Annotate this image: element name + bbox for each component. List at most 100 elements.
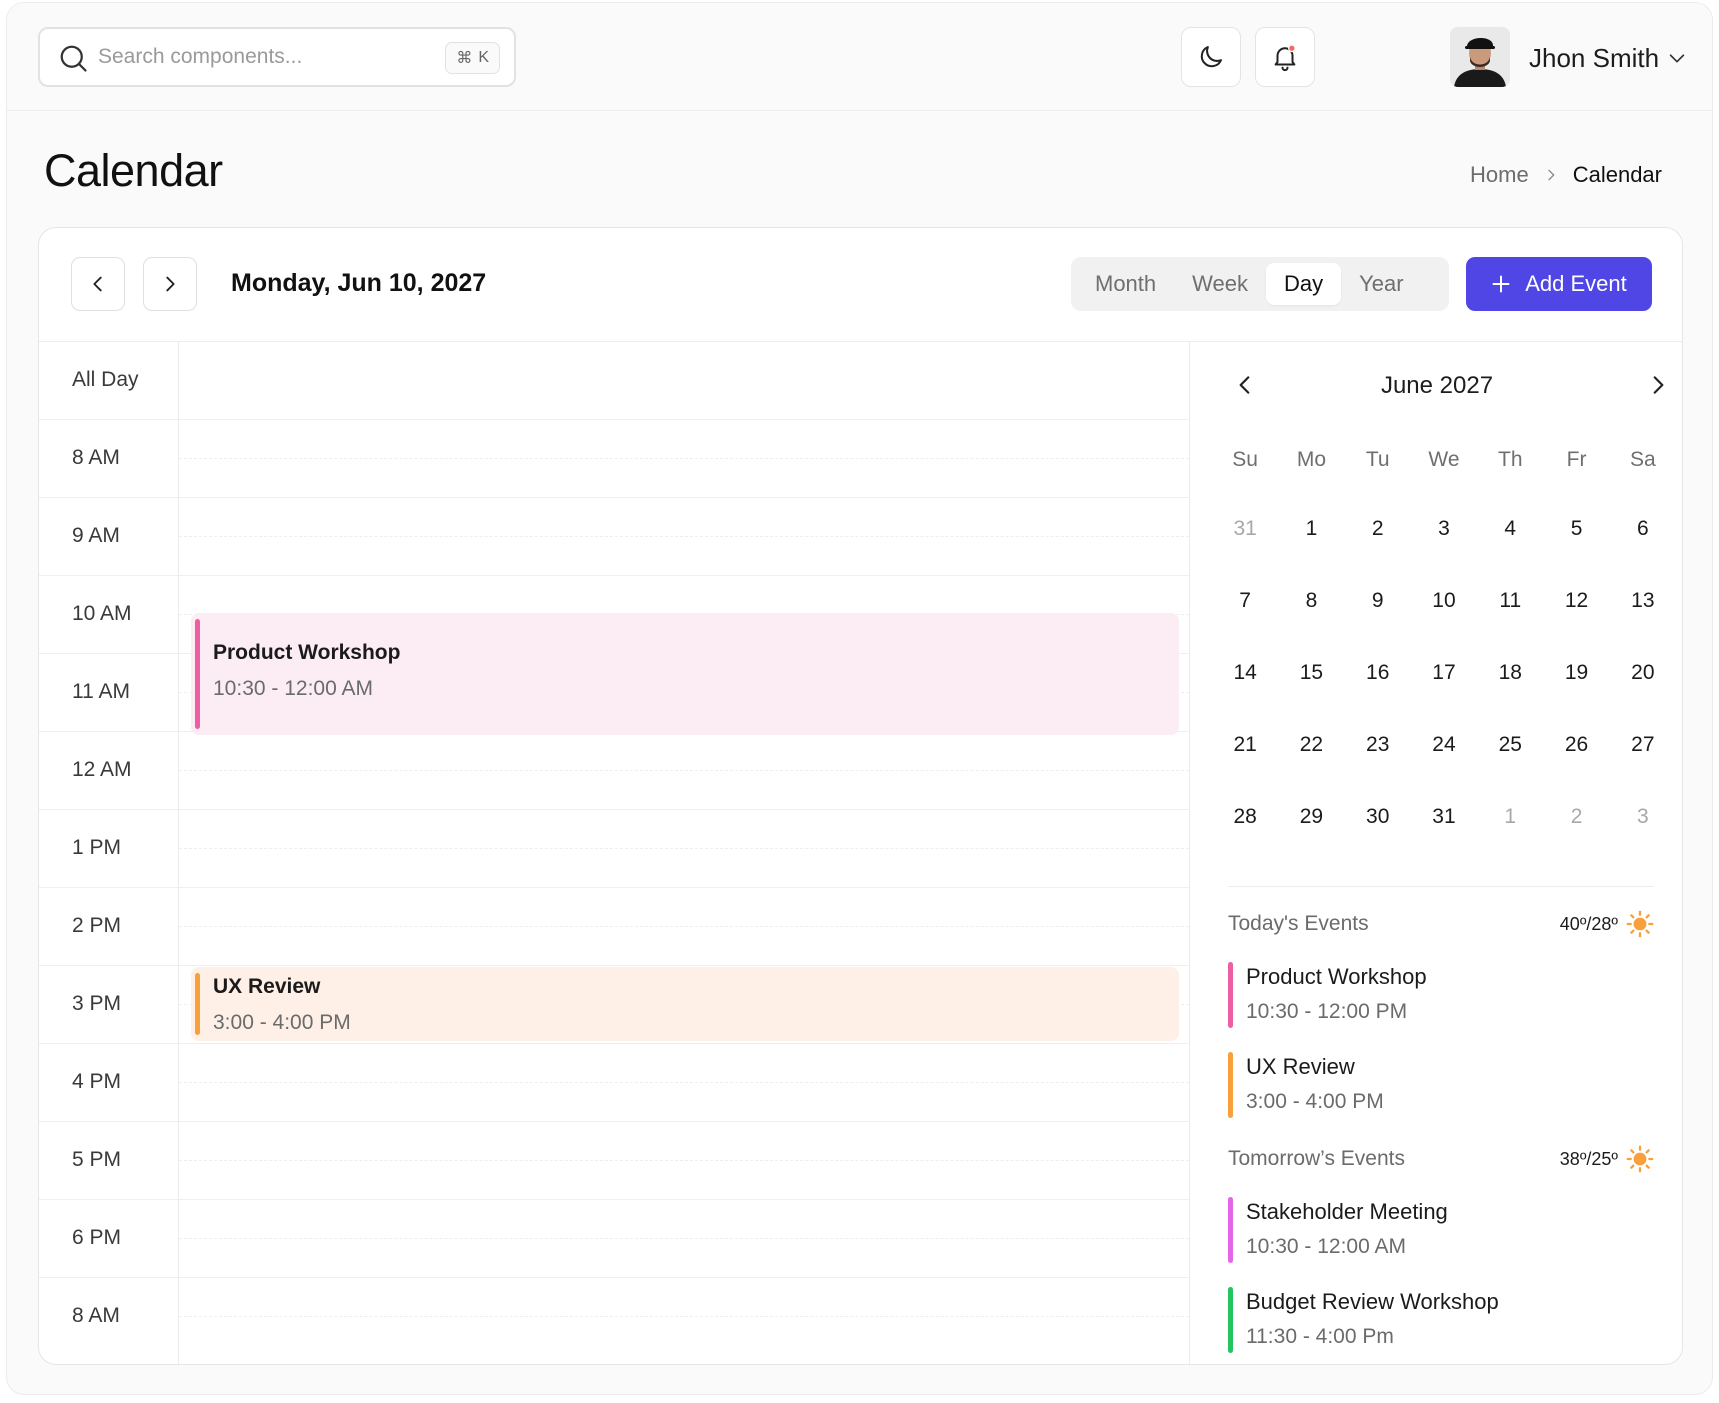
calendar-day[interactable]: 10: [1411, 589, 1477, 661]
calendar-day[interactable]: 2: [1543, 805, 1609, 877]
sun-icon: [1626, 910, 1654, 938]
tomorrow-event-item[interactable]: Stakeholder Meeting 10:30 - 12:00 AM: [1228, 1197, 1654, 1265]
calendar-day[interactable]: 21: [1212, 733, 1278, 805]
calendar-day[interactable]: 2: [1345, 517, 1411, 589]
current-date: Monday, Jun 10, 2027: [231, 269, 487, 297]
breadcrumb-home-link[interactable]: Home: [1470, 162, 1529, 188]
today-events-header: Today's Events 40º/28º: [1228, 910, 1654, 942]
hour-row[interactable]: 12 AM: [39, 732, 1189, 810]
calendar-day[interactable]: 14: [1212, 661, 1278, 733]
all-day-row[interactable]: All Day: [39, 342, 1189, 420]
user-name[interactable]: Jhon Smith: [1529, 43, 1659, 74]
calendar-day[interactable]: 12: [1543, 589, 1609, 661]
weekday-label: Tu: [1365, 448, 1390, 471]
calendar-day[interactable]: 5: [1543, 517, 1609, 589]
hour-row[interactable]: 8 AM: [39, 420, 1189, 498]
calendar-week-row: 28 29 30 31 1 2 3: [1212, 805, 1676, 877]
today-event-item[interactable]: UX Review 3:00 - 4:00 PM: [1228, 1052, 1654, 1120]
chevron-right-icon: [166, 276, 175, 292]
calendar-day[interactable]: 9: [1345, 589, 1411, 661]
calendar-day[interactable]: 27: [1610, 733, 1676, 805]
page-title: Calendar: [44, 145, 223, 196]
previous-day-button[interactable]: [71, 257, 125, 311]
hour-label: 3 PM: [72, 992, 122, 1015]
today-event-item[interactable]: Product Workshop 10:30 - 12:00 PM: [1228, 962, 1654, 1030]
calendar-day[interactable]: 18: [1477, 661, 1543, 733]
half-hour-line: [179, 1316, 1189, 1317]
calendar-day[interactable]: 30: [1345, 805, 1411, 877]
half-hour-line: [179, 770, 1189, 771]
calendar-day[interactable]: 3: [1610, 805, 1676, 877]
calendar-day[interactable]: 22: [1278, 733, 1344, 805]
search-input[interactable]: [98, 41, 418, 73]
calendar-day[interactable]: 8: [1278, 589, 1344, 661]
half-hour-line: [179, 1160, 1189, 1161]
hour-label: 6 PM: [72, 1226, 122, 1249]
search-icon: [60, 45, 87, 72]
notifications-button[interactable]: [1255, 27, 1315, 87]
calendar-day[interactable]: 24: [1411, 733, 1477, 805]
calendar-day[interactable]: 11: [1477, 589, 1543, 661]
calendar-day[interactable]: 25: [1477, 733, 1543, 805]
today-temperature: 40º/28º: [1559, 914, 1618, 934]
calendar-day[interactable]: 6: [1610, 517, 1676, 589]
calendar-day[interactable]: 28: [1212, 805, 1278, 877]
hour-row[interactable]: 2 PM: [39, 888, 1189, 966]
event-product-workshop[interactable]: Product Workshop 10:30 - 12:00 AM: [191, 613, 1179, 735]
dark-mode-button[interactable]: [1181, 27, 1241, 87]
calendar-week-row: 31 1 2 3 4 5 6: [1212, 517, 1676, 589]
hour-row[interactable]: 5 PM: [39, 1122, 1189, 1200]
calendar-day[interactable]: 29: [1278, 805, 1344, 877]
event-color-bar: [1228, 1287, 1233, 1353]
view-tab-day[interactable]: Day: [1266, 263, 1342, 305]
hour-row[interactable]: 8 AM: [39, 1278, 1189, 1356]
calendar-day[interactable]: 20: [1610, 661, 1676, 733]
tomorrow-event-item[interactable]: Budget Review Workshop 11:30 - 4:00 Pm: [1228, 1287, 1654, 1355]
calendar-day[interactable]: 31: [1212, 517, 1278, 589]
calendar-day[interactable]: 1: [1477, 805, 1543, 877]
chevron-right-icon[interactable]: [1645, 372, 1671, 398]
calendar-day[interactable]: 16: [1345, 661, 1411, 733]
next-day-button[interactable]: [143, 257, 197, 311]
half-hour-line: [179, 1082, 1189, 1083]
avatar[interactable]: [1450, 27, 1510, 87]
hour-row[interactable]: 6 PM: [39, 1200, 1189, 1278]
breadcrumb-current: Calendar: [1572, 162, 1662, 187]
half-hour-line: [179, 458, 1189, 459]
hour-row[interactable]: 4 PM: [39, 1044, 1189, 1122]
event-time: 10:30 - 12:00 AM: [1246, 1235, 1406, 1258]
top-bar: ⌘ K: [7, 3, 1712, 111]
calendar-day[interactable]: 31: [1411, 805, 1477, 877]
event-ux-review[interactable]: UX Review 3:00 - 4:00 PM: [191, 967, 1179, 1041]
event-title: Stakeholder Meeting: [1246, 1199, 1448, 1224]
calendar-day[interactable]: 17: [1411, 661, 1477, 733]
half-hour-line: [179, 536, 1189, 537]
moon-icon: [1200, 46, 1222, 68]
calendar-day[interactable]: 1: [1278, 517, 1344, 589]
chevron-down-icon[interactable]: [1666, 47, 1688, 69]
view-tab-week[interactable]: Week: [1174, 263, 1266, 305]
calendar-day[interactable]: 15: [1278, 661, 1344, 733]
calendar-day[interactable]: 4: [1477, 517, 1543, 589]
view-tab-year[interactable]: Year: [1341, 263, 1421, 305]
calendar-day[interactable]: 26: [1543, 733, 1609, 805]
calendar-day[interactable]: 19: [1543, 661, 1609, 733]
calendar-day[interactable]: 23: [1345, 733, 1411, 805]
event-time: 3:00 - 4:00 PM: [1246, 1090, 1384, 1113]
mini-calendar-header: June 2027: [1190, 342, 1682, 418]
add-event-button[interactable]: Add Event: [1466, 257, 1652, 311]
hour-row[interactable]: 1 PM: [39, 810, 1189, 888]
bell-icon: [1274, 44, 1296, 72]
search-box[interactable]: ⌘ K: [38, 27, 516, 87]
add-event-label: Add Event: [1525, 271, 1627, 296]
hour-label: 4 PM: [72, 1070, 122, 1093]
all-day-label: All Day: [72, 368, 139, 391]
calendar-day[interactable]: 7: [1212, 589, 1278, 661]
tomorrow-events-label: Tomorrow’s Events: [1228, 1147, 1406, 1170]
hour-row[interactable]: 9 AM: [39, 498, 1189, 576]
calendar-day[interactable]: 13: [1610, 589, 1676, 661]
hour-label: 11 AM: [72, 680, 130, 703]
hour-label: 5 PM: [72, 1148, 122, 1171]
view-tab-month[interactable]: Month: [1077, 263, 1174, 305]
calendar-day[interactable]: 3: [1411, 517, 1477, 589]
